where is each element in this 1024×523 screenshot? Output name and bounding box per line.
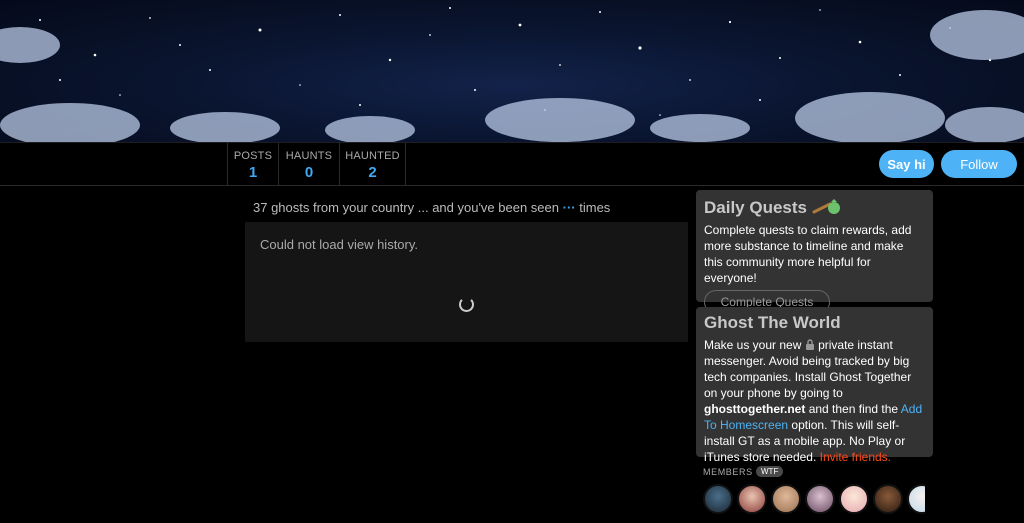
view-history-panel: Could not load view history. (245, 222, 688, 342)
avatar[interactable] (805, 484, 835, 514)
avatar[interactable] (839, 484, 869, 514)
stat-haunted-label: HAUNTED (345, 150, 400, 162)
daily-quests-description: Complete quests to claim rewards, add mo… (704, 223, 912, 285)
stat-haunted[interactable]: HAUNTED 2 (339, 143, 406, 185)
gtw-text-3: and then find the (808, 402, 899, 416)
view-count-text: 37 ghosts from your country ... and you'… (253, 200, 559, 215)
money-bag-icon (812, 199, 840, 214)
stat-haunted-value: 2 (368, 164, 377, 181)
avatar[interactable] (737, 484, 767, 514)
daily-quests-title: Daily Quests (704, 196, 925, 218)
follow-button[interactable]: Follow (941, 150, 1017, 178)
stat-posts[interactable]: POSTS 1 (227, 143, 278, 185)
loading-spinner-icon (459, 297, 474, 312)
view-count-loading-dots: ··· (562, 200, 576, 215)
ghost-the-world-description: Make us your new private instant messeng… (704, 337, 925, 465)
daily-quests-title-text: Daily Quests (704, 198, 807, 217)
ghost-the-world-card: Ghost The World Make us your new private… (696, 307, 933, 464)
stat-posts-label: POSTS (233, 150, 273, 162)
night-sky-illustration (0, 7, 1024, 142)
avatar[interactable] (873, 484, 903, 514)
profile-stats-bar: POSTS 1 HAUNTS 0 HAUNTED 2 (0, 142, 1024, 186)
gtw-text-1: Make us your new (704, 338, 802, 352)
avatar[interactable] (703, 484, 733, 514)
members-label: MEMBERS (703, 467, 753, 477)
say-hi-button[interactable]: Say hi (879, 150, 934, 178)
stat-posts-value: 1 (248, 164, 258, 181)
profile-banner (0, 0, 1024, 142)
stat-haunts-label: HAUNTS (285, 150, 333, 162)
lock-icon (805, 339, 814, 350)
avatar[interactable] (907, 484, 925, 514)
stat-haunts[interactable]: HAUNTS 0 (278, 143, 339, 185)
view-count-suffix: times (579, 200, 611, 215)
gtw-site-name: ghosttogether.net (704, 402, 806, 416)
members-avatar-list (703, 484, 925, 523)
invite-friends-link[interactable]: Invite friends. (820, 450, 891, 464)
view-history-error: Could not load view history. (260, 237, 419, 252)
stat-haunts-value: 0 (304, 164, 314, 181)
avatar[interactable] (771, 484, 801, 514)
view-count-line: 37 ghosts from your country ... and you'… (253, 200, 610, 215)
daily-quests-card: Daily Quests Complete quests to claim re… (696, 190, 933, 314)
ghost-the-world-title: Ghost The World (704, 313, 841, 332)
members-badge[interactable]: WTF (756, 466, 784, 477)
